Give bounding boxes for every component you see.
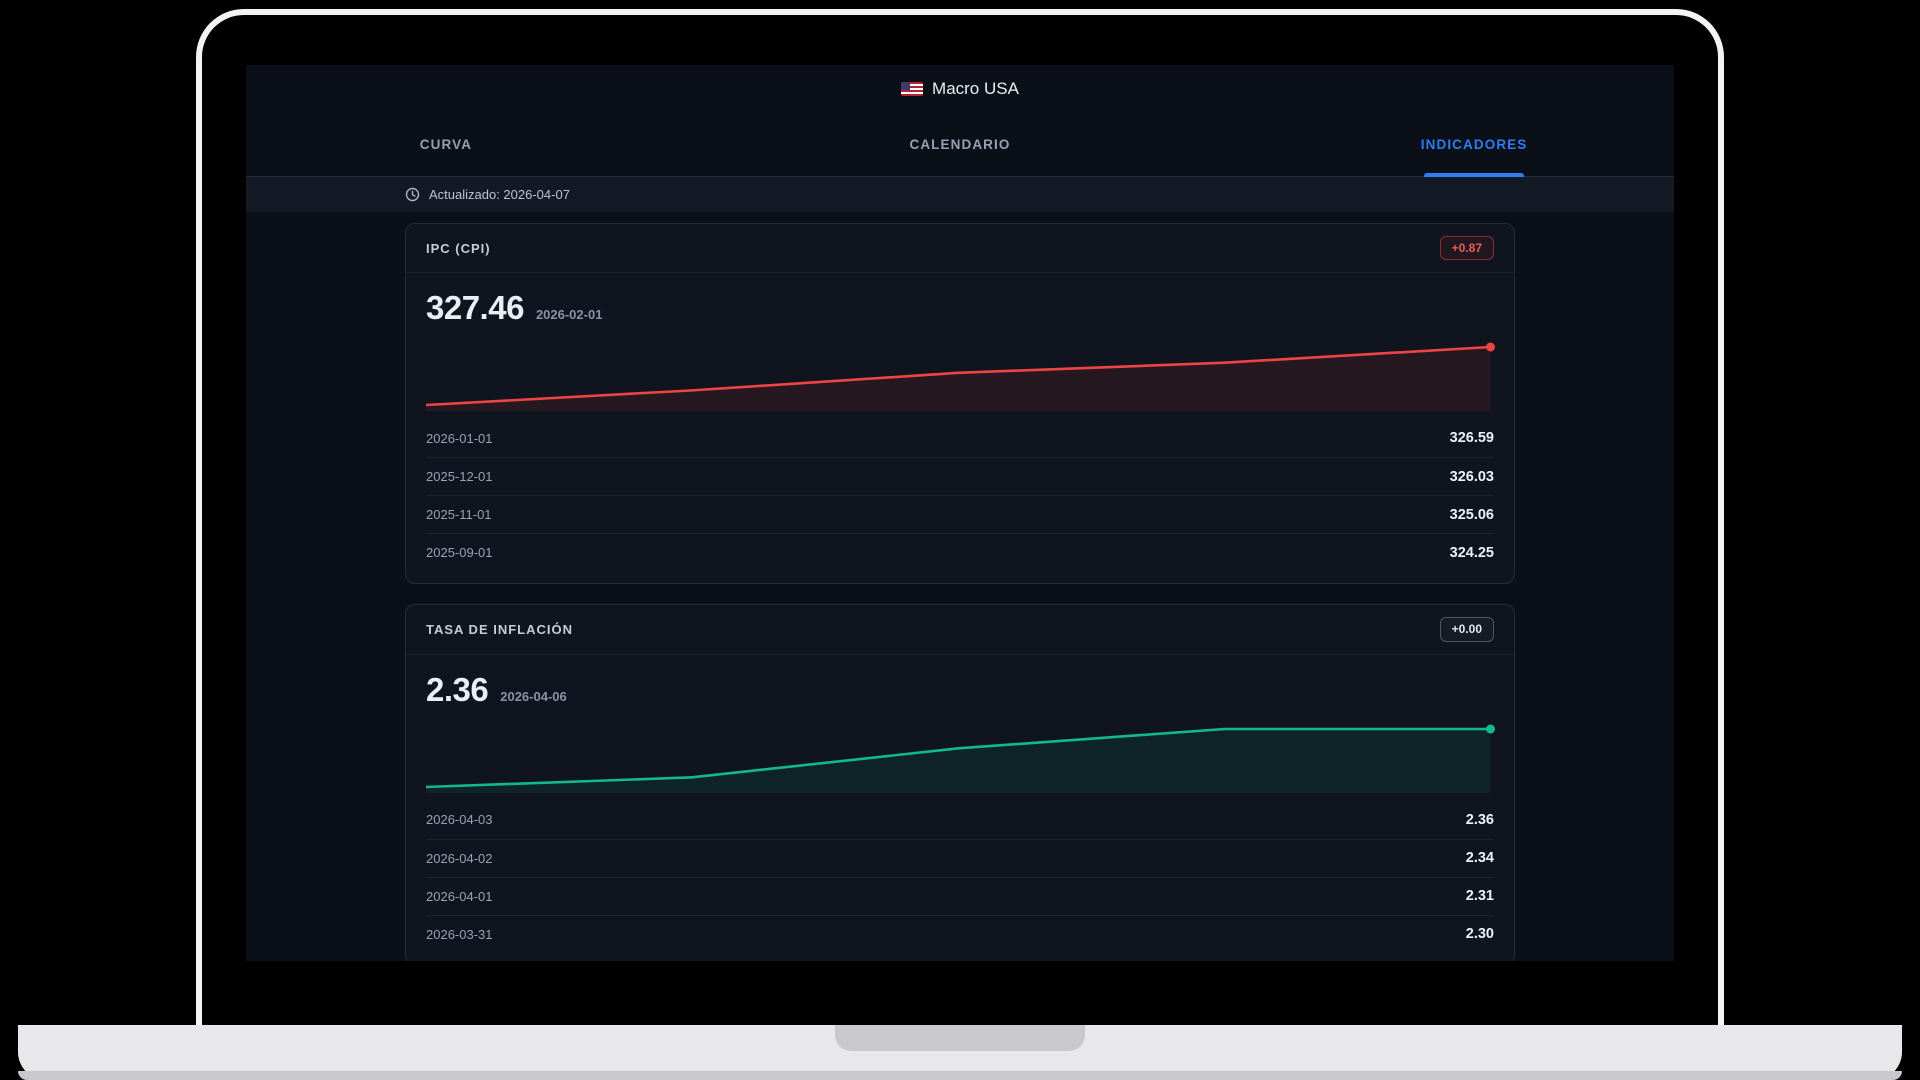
history-table: 2026-01-01 326.59 2025-12-01 326.03 2025-11-… <box>426 419 1494 571</box>
tab-label: CURVA <box>420 137 472 152</box>
latest-value-row: 2.36 2026-04-06 <box>426 671 1494 709</box>
latest-value-date: 2026-04-06 <box>500 689 567 704</box>
table-row: 2026-04-03 2.36 <box>426 801 1494 839</box>
updated-text: Actualizado: 2026-04-07 <box>429 187 570 202</box>
row-date: 2026-04-02 <box>426 851 493 866</box>
row-value: 2.31 <box>1466 888 1494 904</box>
active-tab-indicator <box>1424 173 1524 177</box>
clock-icon <box>405 187 420 202</box>
row-value: 2.34 <box>1466 850 1494 866</box>
app-window: Macro USA CURVA CALENDARIO INDICADORES Act… <box>246 65 1674 961</box>
table-row: 2026-04-02 2.34 <box>426 839 1494 877</box>
row-date: 2026-03-31 <box>426 927 493 942</box>
laptop-base-edge <box>18 1071 1902 1080</box>
indicator-card: IPC (CPI) +0.87 327.46 2026-02-01 2026-0… <box>405 223 1515 584</box>
tab-curva[interactable]: CURVA <box>246 113 646 176</box>
history-table: 2026-04-03 2.36 2026-04-02 2.34 2026-04-01 2.… <box>426 801 1494 953</box>
table-row: 2026-04-01 2.31 <box>426 877 1494 915</box>
card-title: IPC (CPI) <box>426 241 491 256</box>
card-title: TASA DE INFLACIÓN <box>426 622 573 637</box>
line-chart <box>426 341 1494 411</box>
latest-value-date: 2026-02-01 <box>536 307 603 322</box>
tab-label: CALENDARIO <box>909 137 1010 152</box>
us-flag-icon <box>901 82 923 96</box>
sparkline-svg <box>426 341 1496 411</box>
table-row: 2025-12-01 326.03 <box>426 457 1494 495</box>
row-date: 2026-04-01 <box>426 889 493 904</box>
laptop-screen-frame: Macro USA CURVA CALENDARIO INDICADORES Act… <box>196 9 1724 1025</box>
trackpad-notch <box>835 1025 1085 1051</box>
table-row: 2025-11-01 325.06 <box>426 495 1494 533</box>
tab-indicadores[interactable]: INDICADORES <box>1274 113 1674 176</box>
card-body: 2.36 2026-04-06 2026-04-03 2.36 2026-04-02… <box>406 655 1514 961</box>
sparkline-svg <box>426 723 1496 793</box>
latest-value: 327.46 <box>426 289 524 327</box>
indicator-card: TASA DE INFLACIÓN +0.00 2.36 2026-04-06 … <box>405 604 1515 961</box>
table-row: 2026-01-01 326.59 <box>426 419 1494 457</box>
tab-bar: CURVA CALENDARIO INDICADORES <box>246 113 1674 177</box>
row-date: 2025-12-01 <box>426 469 493 484</box>
line-chart <box>426 723 1494 793</box>
row-value: 326.59 <box>1450 430 1494 446</box>
row-value: 2.30 <box>1466 926 1494 942</box>
app-title: Macro USA <box>932 79 1019 99</box>
titlebar: Macro USA <box>246 65 1674 113</box>
chart-area-fill <box>426 729 1491 793</box>
tab-calendario[interactable]: CALENDARIO <box>760 113 1160 176</box>
latest-value: 2.36 <box>426 671 488 709</box>
table-row: 2025-09-01 324.25 <box>426 533 1494 571</box>
tab-label: INDICADORES <box>1421 137 1528 152</box>
row-date: 2025-11-01 <box>426 507 492 522</box>
chart-endpoint-dot <box>1486 343 1495 352</box>
card-header: TASA DE INFLACIÓN +0.00 <box>406 605 1514 654</box>
row-value: 2.36 <box>1466 812 1494 828</box>
row-value: 325.06 <box>1450 507 1494 523</box>
chart-endpoint-dot <box>1486 724 1495 733</box>
row-date: 2026-01-01 <box>426 431 493 446</box>
row-value: 324.25 <box>1450 545 1494 561</box>
indicators-list: IPC (CPI) +0.87 327.46 2026-02-01 2026-0… <box>246 212 1674 961</box>
row-date: 2025-09-01 <box>426 545 493 560</box>
status-bar: Actualizado: 2026-04-07 <box>246 177 1674 212</box>
card-body: 327.46 2026-02-01 2026-01-01 326.59 2025-1… <box>406 273 1514 583</box>
latest-value-row: 327.46 2026-02-01 <box>426 289 1494 327</box>
row-value: 326.03 <box>1450 469 1494 485</box>
card-header: IPC (CPI) +0.87 <box>406 224 1514 273</box>
change-badge: +0.00 <box>1440 617 1494 641</box>
laptop-base <box>18 1025 1902 1080</box>
change-badge: +0.87 <box>1440 236 1494 260</box>
table-row: 2026-03-31 2.30 <box>426 915 1494 953</box>
row-date: 2026-04-03 <box>426 812 493 827</box>
